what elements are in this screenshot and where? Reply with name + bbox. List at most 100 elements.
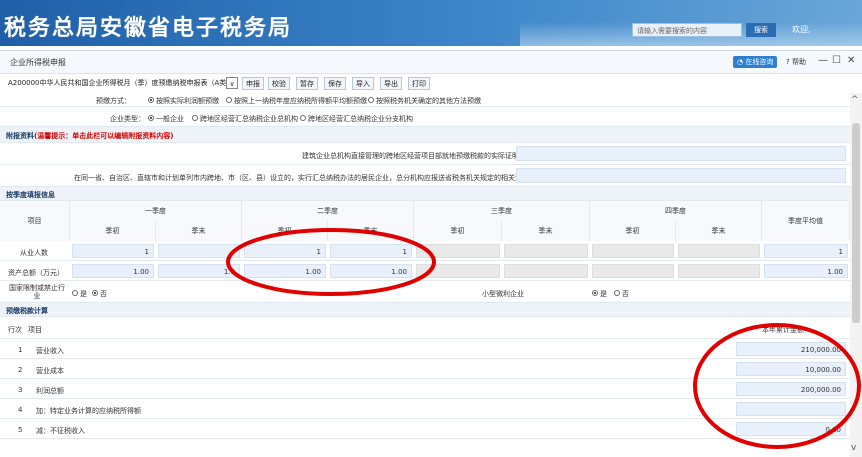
calc-item-label: 营业成本 [36,367,64,375]
option-text: 跨地区经营汇总纳税企业分支机构 [308,115,413,123]
line-no: 1 [18,346,23,354]
q1-start-assets[interactable]: 1.00 [72,264,154,278]
help-label: 帮助 [791,58,806,66]
option-text: 按照实际利润额预缴 [156,97,219,105]
cost-amount[interactable]: 10,000.00 [736,362,846,376]
search-button[interactable]: 搜索 [746,23,776,37]
q1-start-employees[interactable]: 1 [72,244,154,258]
scroll-up-icon[interactable]: ^ [851,95,859,105]
restricted-yes-option[interactable]: 是 [72,289,87,299]
restricted-no-option[interactable]: 否 [92,289,107,299]
prepay-method-label: 预缴方式： [96,97,131,105]
enterprise-option-general[interactable]: 一般企业 [148,114,184,124]
prepay-method-row: 预缴方式： 按照实际利润额预缴 按照上一纳税年度应纳税所得额平均额预缴 按照税务… [0,93,850,107]
employees-row: 从业人数 1 1 1 1 [0,241,850,261]
q4-end-assets [678,264,760,278]
small-no-option[interactable]: 否 [614,289,629,299]
calc-item-label: 减：不征税收入 [36,427,85,435]
small-enterprise-label: 小型微利企业 [482,290,524,298]
option-text: 一般企业 [156,115,184,123]
attach-section-header[interactable]: 附报资料(温馨提示：单击此栏可以编辑附报资料内容) [0,127,850,143]
avg-assets: 1.00 [764,264,848,278]
calc-row: 3 利润总额 200,000.00 [0,379,850,399]
prepay-option-other[interactable]: 按照税务机关确定的其他方法预缴 [368,96,481,106]
q2-start-assets[interactable]: 1.00 [244,264,326,278]
attach-input[interactable] [516,146,846,161]
scroll-down-icon[interactable]: v [851,443,856,453]
attach-section-title: 附报资料(温馨提示：单击此栏可以编辑附报资料内容) [6,131,173,141]
q3-end-header: 季末 [502,221,590,241]
quarter-section-header: 按季度填报信息 [0,187,850,201]
import-button[interactable]: 导入 [352,77,374,90]
calc-header-row: 行次 项目 本年累计金额 [0,317,850,339]
revenue-amount[interactable]: 210,000.00 [736,342,846,356]
small-yes-option[interactable]: 是 [592,289,607,299]
close-icon[interactable]: ✕ [847,55,855,66]
radio-icon [148,115,154,121]
q2-start-header: 季初 [242,221,328,241]
option-text: 否 [622,290,629,298]
enterprise-option-head[interactable]: 跨地区经营汇总纳税企业总机构 [192,114,298,124]
q1-end-assets[interactable]: 1.0 [158,264,240,278]
radio-icon [614,290,620,296]
prepay-option-average[interactable]: 按照上一纳税年度应纳税所得额平均额预缴 [226,96,367,106]
save-button[interactable]: 保存 [324,77,346,90]
option-text: 按照上一纳税年度应纳税所得额平均额预缴 [234,97,367,105]
q2-start-employees[interactable]: 1 [244,244,326,258]
annual-total-header: 本年累计金额 [762,326,804,334]
non-taxable-amount[interactable]: 0.00 [736,422,846,436]
help-button[interactable]: ? 帮助 [786,57,806,67]
enterprise-option-branch[interactable]: 跨地区经营汇总纳税企业分支机构 [300,114,413,124]
site-banner: 税务总局安徽省电子税务局 请输入需要搜索的内容 搜索 欢迎, [0,0,862,46]
chevron-down-icon[interactable]: ∨ [226,77,238,89]
radio-icon [226,97,232,103]
export-button[interactable]: 导出 [380,77,402,90]
q4-start-header: 季初 [590,221,676,241]
quarter-3-header: 三季度 [414,201,590,221]
prepay-option-actual[interactable]: 按照实际利润额预缴 [148,96,219,106]
calc-section-header: 预缴税款计算 [0,303,850,317]
quarter-avg-header: 季度平均值 [762,201,850,241]
maximize-icon[interactable]: ☐ [832,55,841,66]
radio-icon [72,290,78,296]
attach-input[interactable] [516,168,846,183]
q3-end-employees [504,244,588,258]
online-consult-button[interactable]: ◔ 在线咨询 [733,56,778,68]
q3-end-assets [504,264,588,278]
line-no: 2 [18,366,23,374]
quarter-4-header: 四季度 [590,201,762,221]
q1-end-employees[interactable] [158,244,240,258]
line-no: 5 [18,426,23,434]
consult-label: 在线咨询 [745,58,774,66]
q2-end-employees[interactable]: 1 [330,244,412,258]
minimize-icon[interactable]: — [818,55,828,66]
calc-row: 4 加：特定业务计算的应纳税所得额 [0,399,850,419]
q2-end-header: 季末 [328,221,414,241]
search-input[interactable]: 请输入需要搜索的内容 [632,23,742,37]
print-button[interactable]: 打印 [408,77,430,90]
avg-employees: 1 [764,244,848,258]
attach-title: 附报资料 [6,132,34,140]
q2-end-assets[interactable]: 1.00 [330,264,412,278]
item-header: 项目 [0,201,70,241]
scrollbar-thumb[interactable] [852,123,860,323]
quarter-1-header: 一季度 [70,201,242,221]
validate-button[interactable]: 校验 [268,77,290,90]
form-select[interactable]: A200000中华人民共和国企业所得税月（季）度预缴纳税申报表（A类） [8,78,233,88]
vertical-scrollbar[interactable]: ^ v [850,93,862,457]
radio-icon [368,97,374,103]
line-no: 3 [18,386,23,394]
calc-item-header: 项目 [28,326,42,334]
assets-row: 资产总额（万元） 1.00 1.0 1.00 1.00 1.00 [0,261,850,281]
welcome-text: 欢迎, [792,25,811,34]
declare-button[interactable]: 申报 [242,77,264,90]
declaration-window: 企业所得税申报 ◔ 在线咨询 ? 帮助 — ☐ ✕ A200000中华人民共和国… [0,50,862,457]
special-income-amount[interactable] [736,402,846,416]
q4-start-assets [592,264,674,278]
profit-amount[interactable]: 200,000.00 [736,382,846,396]
draft-save-button[interactable]: 暂存 [296,77,318,90]
window-title-bar: 企业所得税申报 ◔ 在线咨询 ? 帮助 — ☐ ✕ [0,51,862,74]
attach-item-label: 在同一省、自治区、直辖市和计划单列市内跨地、市（区、县）设立的，实行汇总纳税办法… [74,174,529,182]
q3-start-assets [416,264,500,278]
window-title: 企业所得税申报 [10,58,66,67]
